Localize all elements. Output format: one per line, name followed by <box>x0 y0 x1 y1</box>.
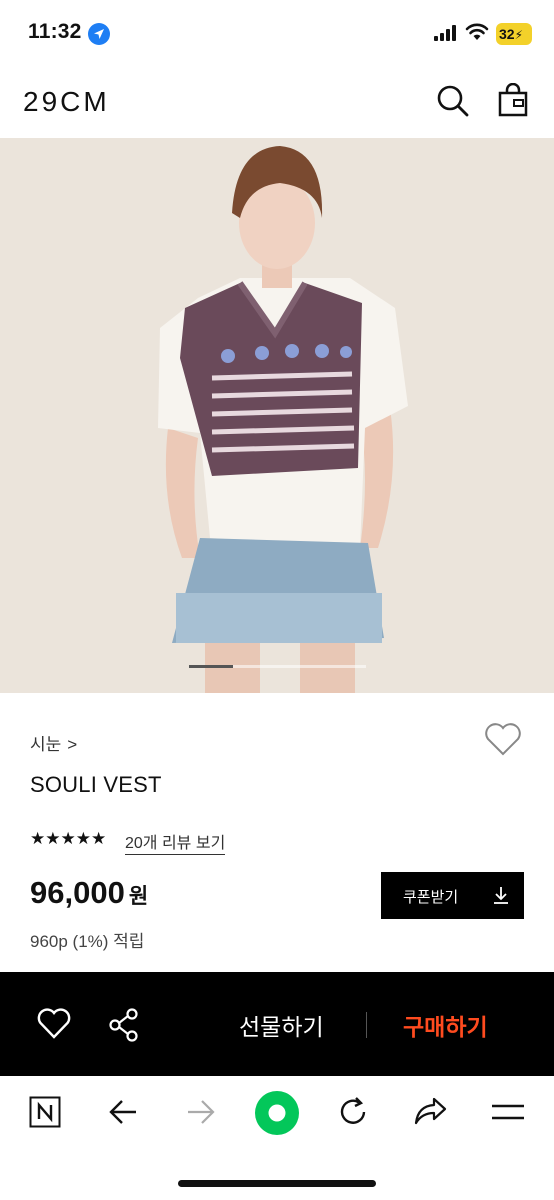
status-time: 11:32 <box>28 20 82 43</box>
back-arrow-icon[interactable] <box>108 1098 138 1126</box>
app-header: 29CM <box>0 66 554 138</box>
image-pager-active <box>189 665 234 668</box>
naver-n-icon[interactable] <box>29 1096 61 1128</box>
brand-name: 시눈 <box>30 735 62 754</box>
wifi-icon <box>465 23 489 40</box>
naver-green-dot-icon[interactable] <box>254 1090 300 1136</box>
signal-icon <box>434 25 456 41</box>
battery-indicator: 32⚡ <box>496 23 532 45</box>
status-bar: 11:32 32⚡ <box>0 0 554 66</box>
coupon-button[interactable]: 쿠폰받기 <box>381 872 524 919</box>
product-name: SOULI VEST <box>30 772 162 797</box>
image-pager <box>189 665 366 668</box>
download-icon <box>494 887 508 904</box>
forward-arrow-icon[interactable] <box>186 1098 216 1126</box>
price-value: 96,000 <box>30 875 125 910</box>
heart-icon[interactable] <box>37 1008 71 1040</box>
share-arrow-icon[interactable] <box>413 1096 447 1126</box>
purchase-action-bar: 선물하기 구매하기 <box>0 972 554 1076</box>
charging-bolt-icon: ⚡ <box>514 28 524 42</box>
share-icon[interactable] <box>108 1008 140 1042</box>
home-indicator <box>178 1180 376 1187</box>
product-image[interactable] <box>0 138 554 693</box>
search-icon[interactable] <box>436 84 470 118</box>
gift-button[interactable]: 선물하기 <box>239 1008 324 1042</box>
review-link[interactable]: 20개 리뷰 보기 <box>125 829 226 855</box>
model-photo <box>0 138 554 693</box>
action-divider <box>366 1012 367 1038</box>
brand-link[interactable]: 시눈 > <box>30 730 77 755</box>
refresh-icon[interactable] <box>337 1096 369 1128</box>
shopping-bag-icon[interactable] <box>497 83 529 117</box>
product-price: 96,000 원 <box>30 875 148 911</box>
location-arrow-icon <box>88 23 110 45</box>
coupon-label: 쿠폰받기 <box>403 889 459 906</box>
reward-points: 960p (1%) 적립 <box>30 932 145 951</box>
chevron-right-icon: > <box>67 735 78 754</box>
buy-button[interactable]: 구매하기 <box>403 1008 488 1042</box>
heart-icon[interactable] <box>484 723 522 757</box>
brand-logo[interactable]: 29CM <box>23 86 110 118</box>
menu-icon[interactable] <box>491 1102 525 1122</box>
rating-stars: ★★★★★ <box>30 829 107 848</box>
price-unit: 원 <box>128 885 149 908</box>
battery-level: 32 <box>499 26 515 42</box>
